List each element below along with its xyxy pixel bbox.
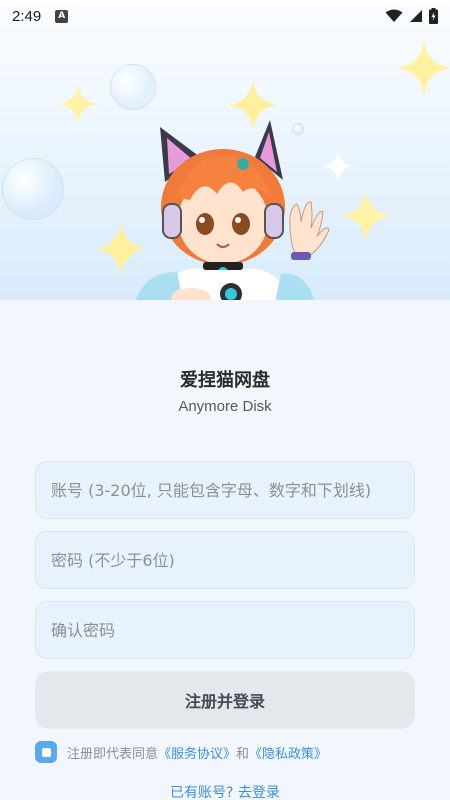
app-subtitle: Anymore Disk [178,398,272,415]
battery-icon [429,8,438,24]
password-field[interactable] [35,531,415,589]
service-agreement-link[interactable]: 《服务协议》 [158,743,236,762]
confirm-password-field[interactable] [35,601,415,659]
status-time: 2:49 [12,7,42,25]
sparkle-icon [58,84,98,124]
status-icons [385,8,438,24]
wifi-icon [385,9,403,22]
bubble-decoration [110,64,156,110]
checkbox-mark-icon [41,747,51,757]
agreement-checkbox[interactable] [35,741,57,763]
register-login-button[interactable]: 注册并登录 [35,671,415,729]
status-bar: 2:49 A [0,0,450,32]
confirm-password-input[interactable] [51,620,414,640]
password-input[interactable] [51,550,414,570]
signal-icon [410,10,422,22]
agreement-row: 注册即代表同意 《服务协议》 和 《隐私政策》 [35,741,327,763]
hero-banner: 2:49 A [0,0,450,300]
anime-character-illustration [135,120,330,300]
agreement-and: 和 [236,746,250,762]
agreement-prefix: 注册即代表同意 [67,746,159,762]
go-to-login-link[interactable]: 已有账号? 去登录 [0,782,450,800]
app-badge-icon: A [55,9,69,23]
account-field[interactable] [35,461,415,519]
app-title: 爱捏猫网盘 [180,370,270,391]
account-input[interactable] [51,480,414,500]
bubble-decoration [2,158,64,220]
sparkle-icon [396,40,450,96]
privacy-policy-link[interactable]: 《隐私政策》 [249,743,327,762]
